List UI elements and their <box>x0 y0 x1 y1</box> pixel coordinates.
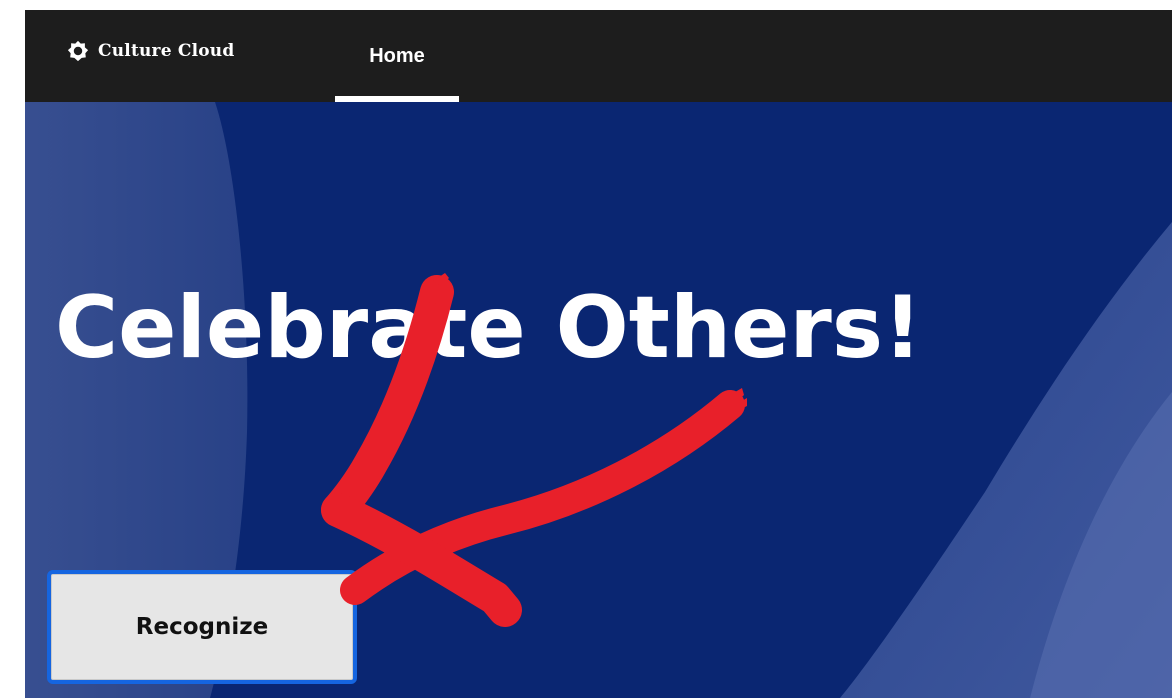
brand-logo[interactable]: Culture Cloud <box>67 36 234 66</box>
recognize-button-label: Recognize <box>135 614 269 640</box>
recognize-button[interactable]: Recognize <box>47 570 357 684</box>
brand-name: Culture Cloud <box>98 41 235 61</box>
hero-banner: Celebrate Others! Recognize <box>25 102 1172 698</box>
tab-home[interactable]: Home <box>335 10 459 102</box>
gear-icon <box>67 40 89 62</box>
hero-headline: Celebrate Others! <box>55 278 923 378</box>
tab-home-label: Home <box>369 44 425 67</box>
app-frame: Culture Cloud Home Celebrate Others! Rec… <box>25 10 1172 698</box>
top-navigation-bar: Culture Cloud Home <box>25 10 1172 102</box>
